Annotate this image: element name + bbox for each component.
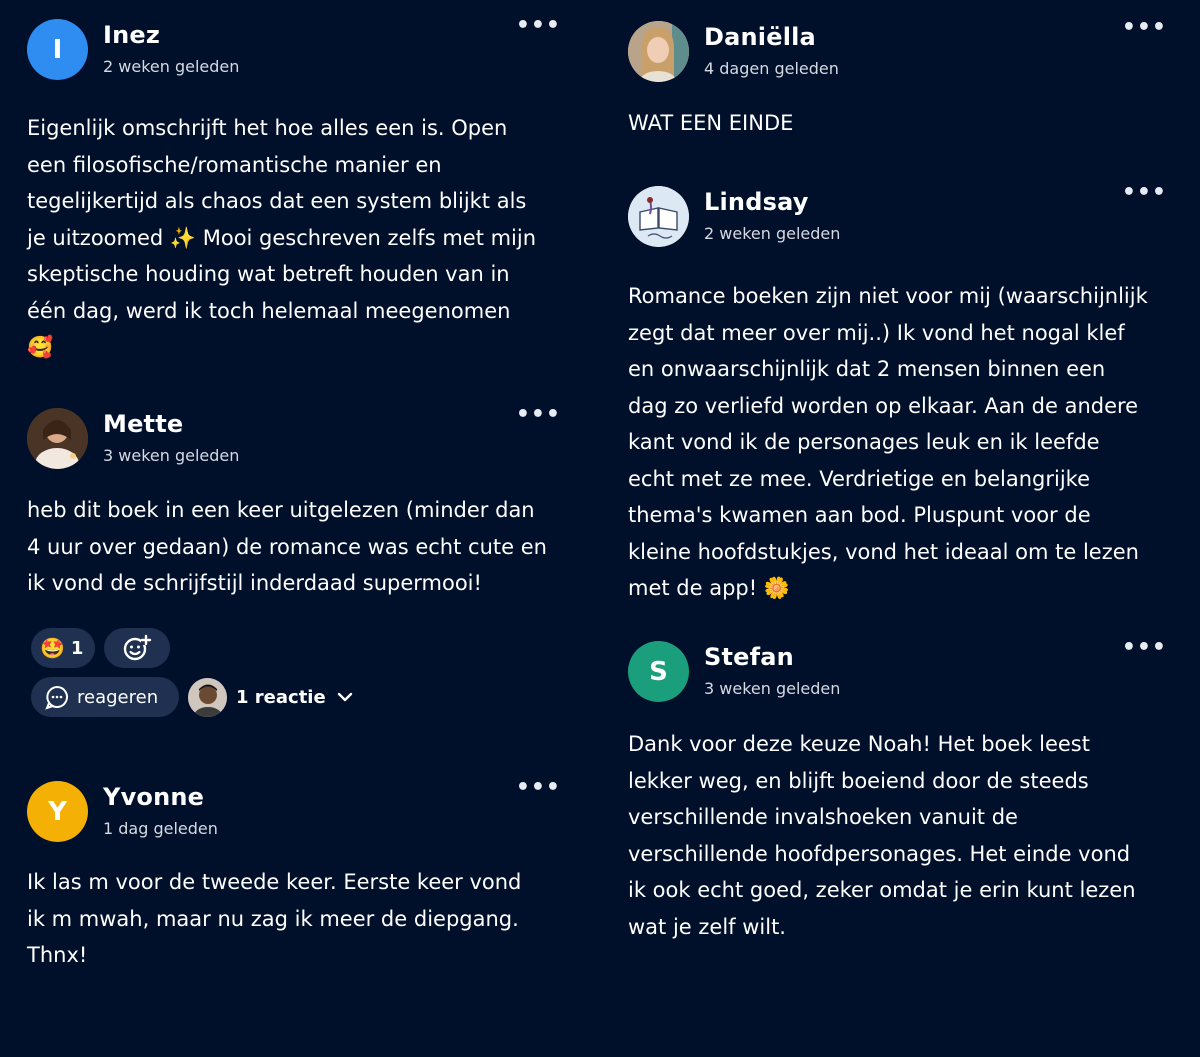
author-name[interactable]: Lindsay [704, 188, 809, 216]
emoji-reaction-button[interactable]: 🤩 1 [31, 628, 95, 668]
avatar[interactable]: I [27, 19, 88, 80]
comment-card: Y Yvonne 1 dag geleden ••• Ik las m voor… [27, 777, 567, 974]
author-name[interactable]: Stefan [704, 643, 794, 671]
replies-count-label: 1 reactie [236, 686, 326, 708]
chevron-down-icon [337, 692, 352, 702]
replies-toggle[interactable]: 1 reactie [188, 677, 354, 717]
more-options-icon[interactable]: ••• [1122, 637, 1167, 659]
avatar[interactable]: Y [27, 781, 88, 842]
comment-text: Eigenlijk omschrijft het hoe alles een i… [27, 116, 537, 359]
comment-card: I Inez 2 weken geleden ••• Eigenlijk oms… [27, 15, 567, 366]
author-name[interactable]: Daniëlla [704, 23, 816, 51]
comment-header: Y Yvonne 1 dag geleden ••• [27, 777, 567, 843]
reaction-count: 1 [70, 637, 84, 659]
timestamp: 3 weken geleden [704, 679, 841, 698]
more-options-icon[interactable]: ••• [516, 15, 561, 37]
author-name[interactable]: Mette [103, 410, 183, 438]
comment-text: Romance boeken zijn niet voor mij (waars… [628, 284, 1148, 600]
timestamp: 1 dag geleden [103, 819, 218, 838]
author-name[interactable]: Yvonne [103, 783, 204, 811]
add-emoji-icon [123, 634, 152, 661]
comment-header: Lindsay 2 weken geleden ••• [628, 182, 1173, 248]
avatar-letter: Y [48, 796, 67, 827]
comment-text: WAT EEN EINDE [628, 111, 794, 135]
avatar[interactable]: S [628, 641, 689, 702]
more-options-icon[interactable]: ••• [1122, 17, 1167, 39]
more-options-icon[interactable]: ••• [516, 777, 561, 799]
photo-avatar-icon [188, 677, 227, 717]
more-options-icon[interactable]: ••• [1122, 182, 1167, 204]
speech-bubble-icon [45, 685, 68, 710]
comment-text: heb dit boek in een keer uitgelezen (min… [27, 498, 547, 595]
reply-label: reageren [77, 686, 159, 708]
book-logo-avatar-icon[interactable] [628, 186, 689, 247]
comment-header: S Stefan 3 weken geleden ••• [628, 637, 1173, 703]
comment-header: I Inez 2 weken geleden ••• [27, 15, 567, 81]
comment-card: Mette 3 weken geleden ••• heb dit boek i… [27, 404, 567, 602]
photo-avatar-icon[interactable] [27, 408, 88, 469]
comment-card: Lindsay 2 weken geleden ••• Romance boek… [628, 182, 1173, 607]
author-name[interactable]: Inez [103, 21, 160, 49]
star-struck-emoji-icon: 🤩 [40, 636, 65, 660]
avatar-letter: I [52, 34, 63, 65]
timestamp: 2 weken geleden [103, 57, 240, 76]
comment-header: Mette 3 weken geleden ••• [27, 404, 567, 470]
comment-text: Ik las m voor de tweede keer. Eerste kee… [27, 870, 522, 967]
timestamp: 2 weken geleden [704, 224, 841, 243]
comment-card: S Stefan 3 weken geleden ••• Dank voor d… [628, 637, 1173, 945]
comment-text: Dank voor deze keuze Noah! Het boek lees… [628, 732, 1136, 939]
comment-card: Daniëlla 4 dagen geleden ••• WAT EEN EIN… [628, 17, 1173, 142]
timestamp: 4 dagen geleden [704, 59, 839, 78]
avatar-letter: S [649, 656, 668, 687]
photo-avatar-icon[interactable] [628, 21, 689, 82]
add-reaction-button[interactable] [104, 628, 170, 668]
reactions-bar: 🤩 1 reageren 1 reactie [27, 628, 567, 738]
timestamp: 3 weken geleden [103, 446, 240, 465]
more-options-icon[interactable]: ••• [516, 404, 561, 426]
reply-button[interactable]: reageren [31, 677, 179, 717]
comment-header: Daniëlla 4 dagen geleden ••• [628, 17, 1173, 83]
